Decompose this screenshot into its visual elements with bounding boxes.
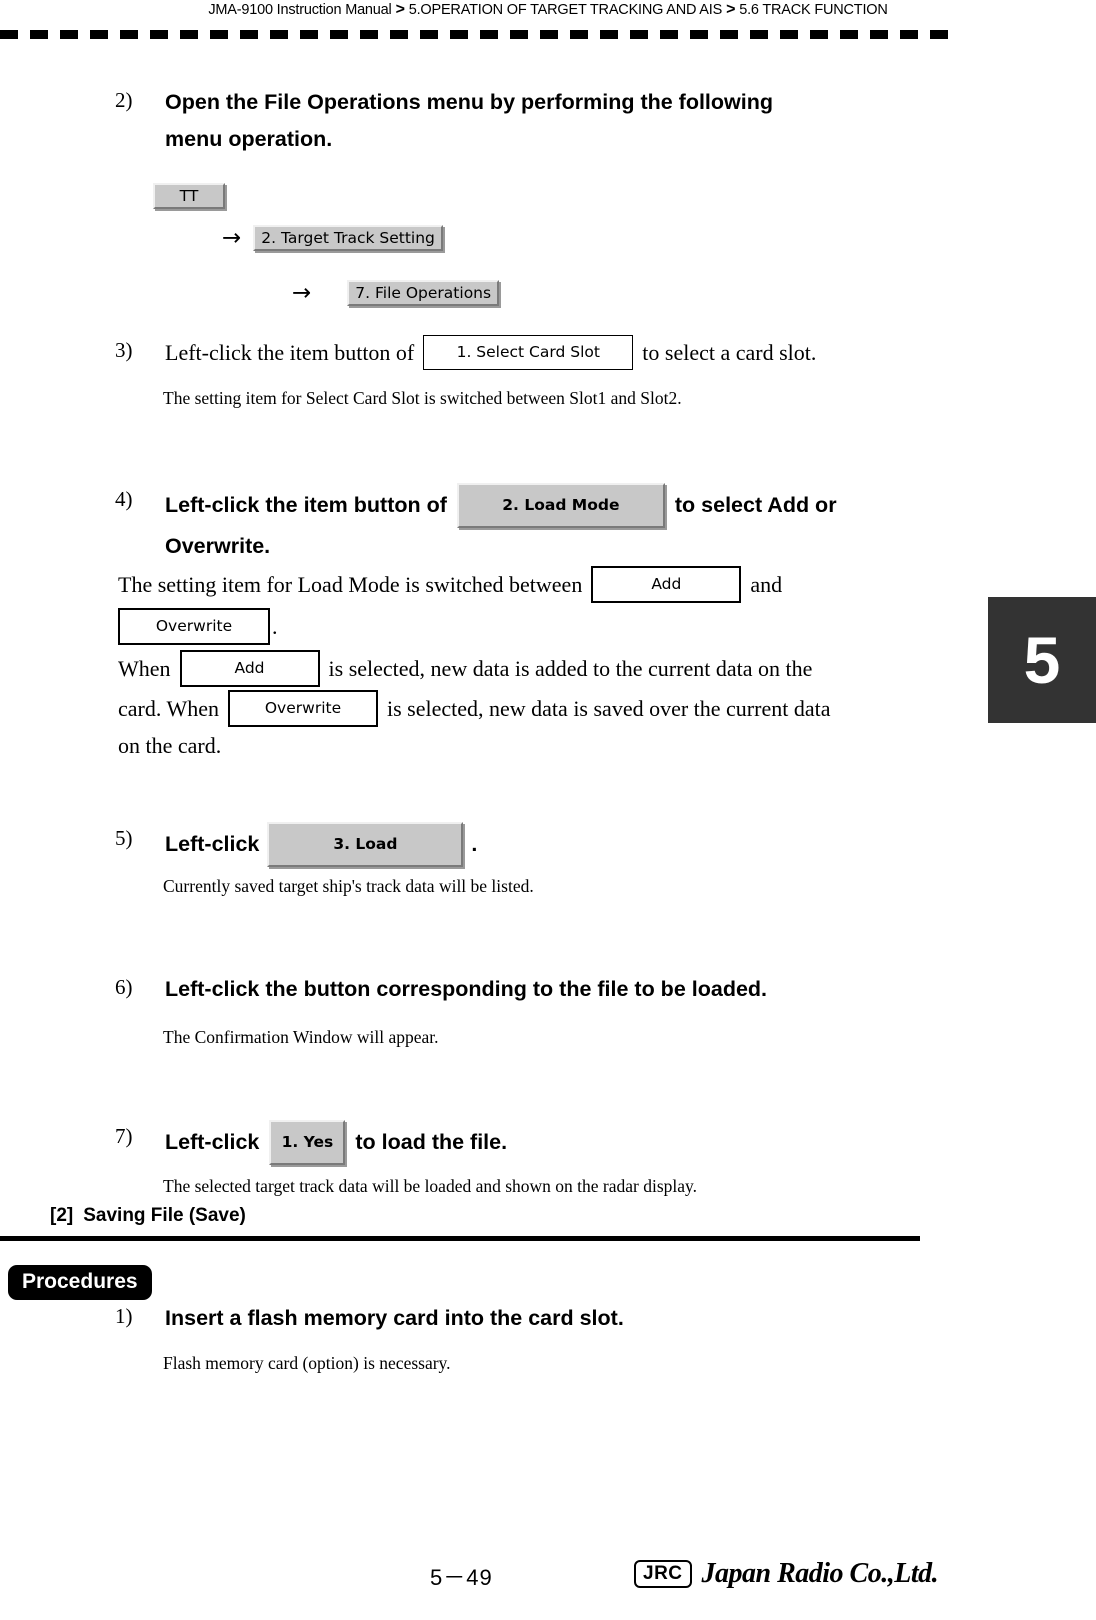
step-4-p2-text-e: on the card. xyxy=(118,733,222,758)
step-7-text-after: to load the file. xyxy=(355,1130,508,1154)
step-4-number: 4) xyxy=(115,487,133,511)
section-2-step-1-number: 1) xyxy=(115,1304,133,1328)
step-3: 3) Left-click the item button of 1. Sele… xyxy=(115,335,945,370)
step-4-p1-text-a: The setting item for Load Mode is switch… xyxy=(118,572,583,597)
menu-path-level-1: TT xyxy=(153,183,225,209)
step-5-text-before: Left-click xyxy=(165,832,260,856)
step-3-text-after: to select a card slot. xyxy=(642,340,817,365)
step-2-title-line2: menu operation. xyxy=(165,127,333,151)
value-button-overwrite-2[interactable]: Overwrite xyxy=(228,690,378,727)
header-dashed-rule xyxy=(0,30,952,39)
step-3-text-before: Left-click the item button of xyxy=(165,340,415,365)
step-7: 7) Left-click 1. Yes to load the file. xyxy=(115,1120,945,1165)
breadcrumb-separator-2: > xyxy=(726,1,736,18)
step-7-number: 7) xyxy=(115,1124,133,1148)
chapter-tab: 5 xyxy=(988,597,1096,723)
section-2-number: [2] xyxy=(50,1205,74,1226)
step-7-note: The selected target track data will be l… xyxy=(163,1176,698,1196)
menu-path-level-2: → 2. Target Track Setting xyxy=(222,225,443,251)
menu-path-arrow-2: → xyxy=(292,279,312,306)
step-7-text-before: Left-click xyxy=(165,1130,260,1154)
section-2-heading: [2] Saving File (Save) xyxy=(50,1205,246,1227)
step-6: 6) Left-click the button corresponding t… xyxy=(115,971,975,1008)
step-5-text-after: . xyxy=(471,832,478,856)
jrc-company-name: Japan Radio Co.,Ltd. xyxy=(701,1558,939,1589)
section-2-title: Saving File (Save) xyxy=(83,1205,246,1226)
step-4-paragraph-1: The setting item for Load Mode is switch… xyxy=(118,566,948,645)
page-header: JMA-9100 Instruction Manual >5.OPERATION … xyxy=(0,0,1096,20)
step-2: 2) Open the File Operations menu by perf… xyxy=(115,84,895,158)
step-6-title: Left-click the button corresponding to t… xyxy=(165,977,768,1001)
step-4-text-after: to select Add or xyxy=(674,493,837,517)
section-2-step-1-title: Insert a flash memory card into the card… xyxy=(165,1306,624,1330)
step-4-p2-text-c: card. When xyxy=(118,696,219,721)
menu-path-level-3: → 7. File Operations xyxy=(292,279,500,306)
value-button-add-2[interactable]: Add xyxy=(179,650,320,687)
header-section-title: 5.6 TRACK FUNCTION xyxy=(739,2,888,18)
step-2-number: 2) xyxy=(115,88,133,112)
item-button-select-card-slot[interactable]: 1. Select Card Slot xyxy=(423,335,634,370)
step-6-number: 6) xyxy=(115,975,133,999)
section-2-step-1-note: Flash memory card (option) is necessary. xyxy=(163,1353,451,1373)
jrc-mark-icon: JRC xyxy=(634,1559,692,1589)
header-manual-title: JMA-9100 Instruction Manual xyxy=(208,2,392,18)
step-6-note: The Confirmation Window will appear. xyxy=(163,1027,439,1047)
menu-path-arrow-1: → xyxy=(222,224,242,251)
step-4-paragraph-2: When Add is selected, new data is added … xyxy=(118,650,958,761)
chapter-tab-number: 5 xyxy=(1023,623,1061,697)
jrc-logo: JRC Japan Radio Co.,Ltd. xyxy=(634,1558,939,1590)
menu-button-file-operations[interactable]: 7. File Operations xyxy=(347,280,500,306)
step-4-p2-text-d: is selected, new data is saved over the … xyxy=(387,696,831,721)
value-button-add-1[interactable]: Add xyxy=(591,566,742,603)
step-4-p2-text-b: is selected, new data is added to the cu… xyxy=(328,656,813,681)
step-3-note: The setting item for Select Card Slot is… xyxy=(163,388,682,408)
section-2-step-1: 1) Insert a flash memory card into the c… xyxy=(115,1300,975,1337)
value-button-overwrite-1[interactable]: Overwrite xyxy=(118,608,270,645)
breadcrumb-separator-1: > xyxy=(395,1,405,18)
step-4-p1-text-b: and xyxy=(750,572,783,597)
section-2-rule xyxy=(0,1236,920,1241)
item-button-load-mode[interactable]: 2. Load Mode xyxy=(456,483,665,528)
header-chapter-title: 5.OPERATION OF TARGET TRACKING AND AIS xyxy=(408,2,723,18)
step-5: 5) Left-click 3. Load . xyxy=(115,822,945,867)
menu-button-tt[interactable]: TT xyxy=(153,183,225,209)
item-button-load[interactable]: 3. Load xyxy=(267,822,464,867)
procedures-badge: Procedures xyxy=(8,1265,152,1300)
step-4-text-before: Left-click the item button of xyxy=(165,493,447,517)
step-4-p2-text-a: When xyxy=(118,656,171,681)
step-4-title-line2: Overwrite. xyxy=(165,534,271,558)
menu-button-target-track-setting[interactable]: 2. Target Track Setting xyxy=(253,225,443,251)
step-5-number: 5) xyxy=(115,826,133,850)
step-3-number: 3) xyxy=(115,338,133,362)
step-4: 4) Left-click the item button of 2. Load… xyxy=(115,483,975,565)
step-4-p1-text-c: . xyxy=(272,614,278,639)
item-button-yes[interactable]: 1. Yes xyxy=(269,1120,346,1165)
step-5-note: Currently saved target ship's track data… xyxy=(163,876,534,896)
page-number: 5－49 xyxy=(430,1565,493,1590)
step-2-title-line1: Open the File Operations menu by perform… xyxy=(165,90,774,114)
